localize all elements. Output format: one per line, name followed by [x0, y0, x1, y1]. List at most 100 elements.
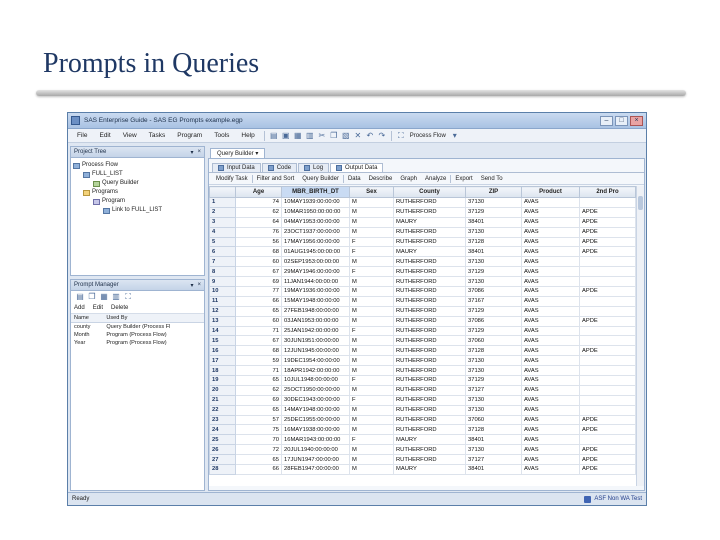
tab-log[interactable]: Log	[298, 163, 330, 172]
table-row[interactable]: 17 59 19DEC1954:00:00:00 M RUTHERFORD 37130 AV…	[209, 355, 636, 367]
row-number[interactable]: 15	[209, 335, 236, 347]
table-row[interactable]: 8 67 29MAY1946:00:00:00 F RUTHERFORD 37129 AVA…	[209, 266, 636, 278]
close-button[interactable]: ×	[630, 115, 643, 126]
prompt-row[interactable]: Month Program (Process Flow)	[71, 331, 204, 339]
export-menu[interactable]: Export	[451, 176, 476, 182]
tree-item-link[interactable]: Link to FULL_LIST	[73, 206, 202, 215]
row-number[interactable]: 20	[209, 384, 236, 396]
close-pane-icon[interactable]: ×	[197, 282, 201, 288]
table-row[interactable]: 19 65 10JUL1948:00:00:00 F RUTHERFORD 37129 AV…	[209, 375, 636, 386]
row-number[interactable]: 4	[209, 226, 236, 238]
tab-output-data[interactable]: Output Data	[330, 163, 384, 172]
row-number[interactable]: 1	[209, 197, 236, 208]
menu-view[interactable]: View	[117, 132, 143, 139]
row-number[interactable]: 24	[209, 424, 236, 436]
table-row[interactable]: 25 70 16MAR1943:00:00:00 F MAURY 38401 AVAS	[209, 434, 636, 446]
tree-item-programs[interactable]: Programs	[73, 188, 202, 197]
copy-icon[interactable]: ❐	[329, 131, 339, 141]
tab-query-builder[interactable]: Query Builder ▾	[210, 148, 266, 158]
table-row[interactable]: 2 62 10MAR1950:00:00:00 M RUTHERFORD 37129 AVA…	[209, 206, 636, 218]
prompt-row[interactable]: county Query Builder (Process Fl	[71, 323, 204, 332]
open-icon[interactable]: ▣	[281, 131, 291, 141]
scrollbar-thumb[interactable]	[638, 196, 643, 210]
menu-tasks[interactable]: Tasks	[143, 132, 172, 139]
tab-code[interactable]: Code	[261, 163, 298, 172]
menu-file[interactable]: File	[71, 132, 93, 139]
table-row[interactable]: 18 71 18APR1942:00:00:00 M RUTHERFORD 37130 AV…	[209, 365, 636, 377]
modify-task-button[interactable]: Modify Task	[212, 176, 252, 182]
column-header-county[interactable]: County	[393, 186, 466, 198]
table-row[interactable]: 6 68 01AUG1945:00:00:00 F MAURY 38401 AVAS APDE	[209, 246, 636, 258]
table-row[interactable]: 15 67 30JUN1951:00:00:00 M RUTHERFORD 37060 AV…	[209, 335, 636, 347]
column-header-zip[interactable]: ZIP	[465, 186, 522, 198]
table-row[interactable]: 11 66 15MAY1948:00:00:00 M RUTHERFORD 37167 AV…	[209, 295, 636, 307]
row-number[interactable]: 26	[209, 444, 236, 456]
table-row[interactable]: 12 65 27FEB1948:00:00:00 M RUTHERFORD 37129 AV…	[209, 305, 636, 317]
column-header-2nd-product[interactable]: 2nd Pro	[579, 186, 636, 198]
row-number[interactable]: 17	[209, 355, 236, 367]
table-row[interactable]: 5 56 17MAY1956:00:00:00 F RUTHERFORD 37128 AVA…	[209, 236, 636, 248]
delete-prompt-button[interactable]: Delete	[111, 305, 128, 311]
new-icon[interactable]: ▤	[269, 131, 279, 141]
table-row[interactable]: 28 66 28FEB1947:00:00:00 M MAURY 38401 AVAS APD…	[209, 464, 636, 475]
describe-menu[interactable]: Describe	[365, 176, 397, 182]
filter-icon[interactable]: ⛶	[123, 292, 133, 302]
table-row[interactable]: 3 64 04MAY1953:00:00:00 M MAURY 38401 AVAS APDE	[209, 216, 636, 228]
undo-icon[interactable]: ↶	[365, 131, 375, 141]
window-titlebar[interactable]: SAS Enterprise Guide - SAS EG Prompts ex…	[68, 113, 646, 129]
print-icon[interactable]: ▥	[305, 131, 315, 141]
library-icon[interactable]: ▥	[111, 292, 121, 302]
column-header-name[interactable]: Name	[71, 314, 104, 323]
save-icon[interactable]: ▦	[293, 131, 303, 141]
row-number[interactable]: 9	[209, 276, 236, 288]
table-row[interactable]: 4 76 23OCT1937:00:00:00 M RUTHERFORD 37130 AVA…	[209, 226, 636, 238]
add-prompt-button[interactable]: Add	[74, 305, 85, 311]
pin-icon[interactable]: ▾	[190, 149, 193, 156]
column-header-used-by[interactable]: Used By	[103, 314, 204, 323]
process-flow-dropdown[interactable]: Process Flow	[407, 133, 449, 139]
tab-input-data[interactable]: Input Data	[212, 163, 261, 172]
table-row[interactable]: 16 68 12JUN1945:00:00:00 M RUTHERFORD 37128 AV…	[209, 345, 636, 357]
minimize-button[interactable]: –	[600, 115, 613, 126]
table-row[interactable]: 21 69 30DEC1943:00:00:00 F RUTHERFORD 37130 AV…	[209, 394, 636, 406]
row-number[interactable]: 5	[209, 236, 236, 248]
row-number[interactable]: 23	[209, 414, 236, 426]
pin-icon[interactable]: ▾	[190, 282, 193, 289]
copy-prompt-icon[interactable]: ❐	[87, 292, 97, 302]
tree-item-process-flow[interactable]: Process Flow	[73, 161, 202, 170]
row-number[interactable]: 7	[209, 256, 236, 268]
query-builder-button[interactable]: Query Builder	[298, 176, 343, 182]
new-prompt-icon[interactable]: ▤	[75, 292, 85, 302]
row-number[interactable]: 18	[209, 365, 236, 377]
row-number[interactable]: 16	[209, 345, 236, 357]
table-row[interactable]: 13 60 03JAN1953:00:00:00 M RUTHERFORD 37086 AV…	[209, 315, 636, 327]
menu-edit[interactable]: Edit	[93, 132, 116, 139]
menu-program[interactable]: Program	[171, 132, 208, 139]
row-number[interactable]: 10	[209, 286, 236, 297]
cut-icon[interactable]: ✂	[317, 131, 327, 141]
filter-sort-button[interactable]: Filter and Sort	[253, 176, 299, 182]
table-row[interactable]: 26 72 20JUL1940:00:00:00 M RUTHERFORD 37130 AV…	[209, 444, 636, 456]
send-to-menu[interactable]: Send To	[477, 176, 507, 182]
row-number[interactable]: 21	[209, 394, 236, 406]
column-header-age[interactable]: Age	[235, 186, 282, 198]
row-number[interactable]: 12	[209, 305, 236, 317]
analyze-menu[interactable]: Analyze	[421, 176, 450, 182]
row-number[interactable]: 19	[209, 375, 236, 386]
maximize-button[interactable]: □	[615, 115, 628, 126]
table-row[interactable]: 9 69 11JAN1944:00:00:00 M RUTHERFORD 37130 AVA…	[209, 276, 636, 288]
row-number[interactable]: 28	[209, 464, 236, 475]
menu-tools[interactable]: Tools	[208, 132, 235, 139]
row-number[interactable]: 11	[209, 295, 236, 307]
table-row[interactable]: 14 71 25JAN1942:00:00:00 F RUTHERFORD 37129 AV…	[209, 325, 636, 337]
server-status[interactable]: ASF Non WA Test	[584, 495, 642, 503]
process-flow-icon[interactable]: ⛶	[396, 131, 406, 141]
close-pane-icon[interactable]: ×	[197, 149, 201, 155]
table-row[interactable]: 10 77 19MAY1936:00:00:00 M RUTHERFORD 37086 AV…	[209, 286, 636, 297]
column-header-sex[interactable]: Sex	[349, 186, 394, 198]
row-number[interactable]: 8	[209, 266, 236, 278]
graph-menu[interactable]: Graph	[396, 176, 421, 182]
table-row[interactable]: 7 60 02SEP1953:00:00:00 M RUTHERFORD 37130 AVA…	[209, 256, 636, 268]
row-number[interactable]: 27	[209, 454, 236, 466]
table-row[interactable]: 27 65 17JUN1947:00:00:00 M RUTHERFORD 37127 AV…	[209, 454, 636, 466]
